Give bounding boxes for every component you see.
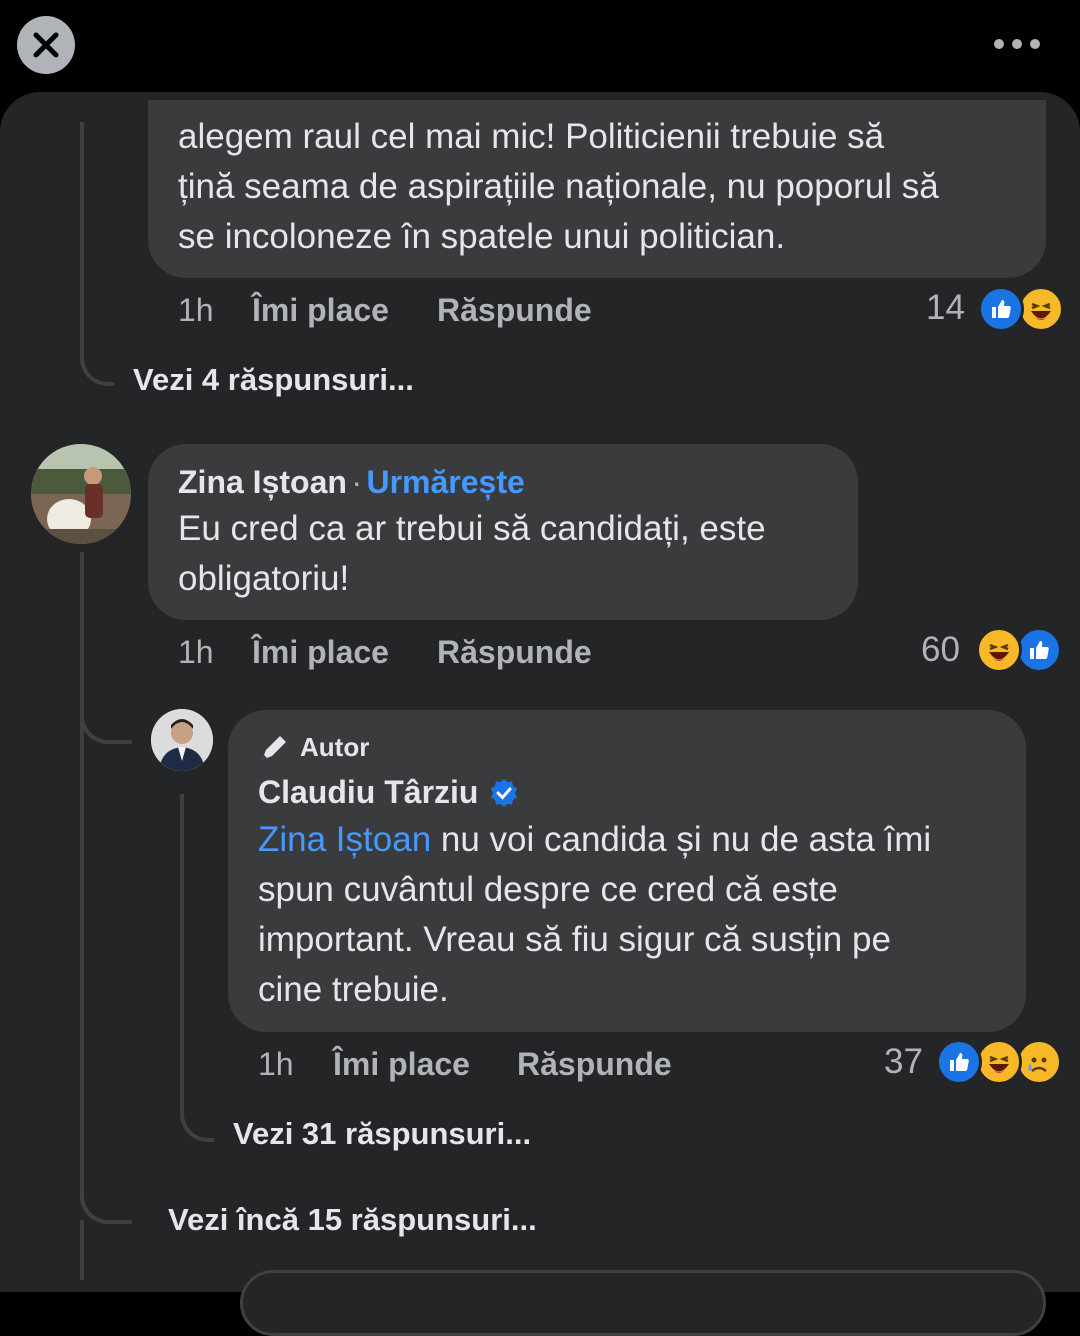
like-button[interactable]: Îmi place [333, 1046, 470, 1083]
avatar[interactable] [151, 709, 213, 771]
comment-text-line: alegem raul cel mai mic! Politicienii tr… [178, 117, 885, 156]
like-button[interactable]: Îmi place [252, 634, 389, 671]
like-reaction-icon [1016, 627, 1062, 673]
reply-author[interactable]: Claudiu Târziu [258, 774, 478, 811]
view-more-replies-link[interactable]: Vezi încă 15 răspunsuri... [168, 1202, 537, 1238]
comment-text-line: Eu cred ca ar trebui să candidați, este [178, 509, 766, 548]
thread-line [180, 794, 184, 1114]
view-replies-link[interactable]: Vezi 4 răspunsuri... [133, 362, 414, 398]
like-reaction-icon [936, 1039, 982, 1085]
mention-link[interactable]: Zina Iștoan [258, 820, 431, 859]
more-options-button[interactable] [994, 36, 1044, 52]
reply-text: nu voi candida și nu de asta îmi [431, 820, 932, 859]
like-reaction-icon [978, 286, 1024, 332]
thread-line [80, 122, 84, 352]
close-button[interactable] [17, 16, 75, 74]
comment-bubble: Zina Iștoan · Urmărește Eu cred ca ar tr… [148, 444, 858, 620]
reply-text-line: important. Vreau să fiu sigur că susțin … [258, 920, 891, 959]
thread-curve [80, 690, 132, 744]
reply-button[interactable]: Răspunde [437, 292, 592, 329]
thread-line [80, 552, 84, 1192]
reaction-count[interactable]: 37 [884, 1042, 923, 1082]
view-replies-link[interactable]: Vezi 31 răspunsuri... [233, 1116, 531, 1152]
haha-reaction-icon [1018, 286, 1064, 332]
reaction-count[interactable]: 14 [926, 288, 965, 328]
reply-button[interactable]: Răspunde [517, 1046, 672, 1083]
verified-badge-icon [491, 778, 518, 807]
pen-icon [262, 736, 286, 760]
reaction-count[interactable]: 60 [921, 630, 960, 670]
reply-text-line: cine trebuie. [258, 970, 449, 1009]
sad-reaction-icon [1016, 1039, 1062, 1085]
haha-reaction-icon [976, 627, 1022, 673]
close-icon [33, 32, 59, 58]
comment-bubble: alegem raul cel mai mic! Politicienii tr… [148, 100, 1046, 278]
reply-bubble: Autor Claudiu Târziu Zina Iștoan nu voi … [228, 710, 1026, 1032]
reply-time: 1h [258, 1046, 294, 1082]
reply-text-line: spun cuvântul despre ce cred că este [258, 870, 838, 909]
comment-text-line: se incoloneze în spatele unui politician… [178, 217, 786, 256]
separator-dot: · [351, 464, 363, 500]
comment-time: 1h [178, 292, 214, 328]
follow-button[interactable]: Urmărește [366, 464, 524, 500]
comment-text-line: obligatoriu! [178, 559, 350, 598]
comment-author[interactable]: Zina Iștoan [178, 464, 347, 500]
like-button[interactable]: Îmi place [252, 292, 389, 329]
reply-button[interactable]: Răspunde [437, 634, 592, 671]
thread-line [80, 1220, 84, 1280]
haha-reaction-icon [976, 1039, 1022, 1085]
top-bar [0, 0, 1080, 92]
avatar[interactable] [31, 444, 131, 544]
author-badge: Autor [300, 731, 370, 762]
more-horizontal-icon [994, 39, 1004, 49]
comment-text-line: țină seama de aspirațiile naționale, nu … [178, 167, 939, 206]
thread-curve [80, 1170, 132, 1224]
comment-time: 1h [178, 634, 214, 670]
